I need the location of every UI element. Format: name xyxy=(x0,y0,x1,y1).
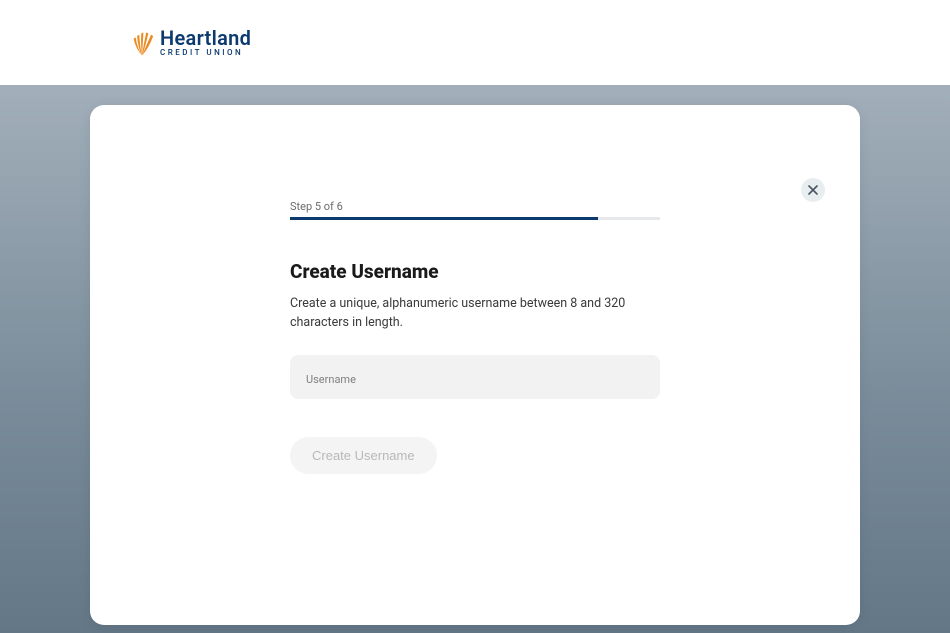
wizard-form: Step 5 of 6 Create Username Create a uni… xyxy=(290,200,660,474)
form-description: Create a unique, alphanumeric username b… xyxy=(290,295,660,333)
page-body: Step 5 of 6 Create Username Create a uni… xyxy=(0,85,950,633)
brand-logo: Heartland CREDIT UNION xyxy=(128,28,251,57)
progress-fill xyxy=(290,217,598,220)
create-username-button[interactable]: Create Username xyxy=(290,437,437,474)
brand-icon xyxy=(128,29,156,57)
close-button[interactable] xyxy=(801,178,825,202)
progress-bar xyxy=(290,217,660,220)
brand-text: Heartland CREDIT UNION xyxy=(160,28,251,57)
wizard-card: Step 5 of 6 Create Username Create a uni… xyxy=(90,105,860,625)
username-field[interactable]: Username xyxy=(290,355,660,399)
form-title: Create Username xyxy=(290,260,660,283)
close-icon xyxy=(808,185,818,195)
app-header: Heartland CREDIT UNION xyxy=(0,0,950,85)
brand-tagline: CREDIT UNION xyxy=(160,49,251,57)
brand-name: Heartland xyxy=(160,28,251,48)
username-label: Username xyxy=(306,373,644,386)
step-indicator: Step 5 of 6 xyxy=(290,200,660,213)
